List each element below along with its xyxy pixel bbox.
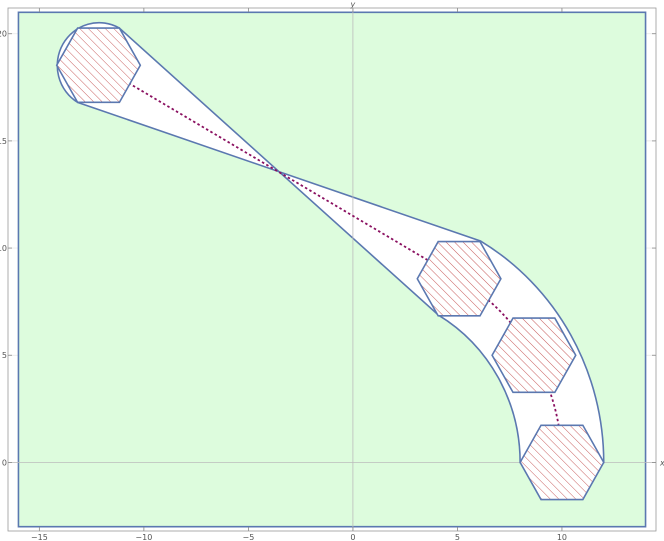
y-axis-label: y bbox=[350, 0, 356, 9]
y-tick-label: 0 bbox=[2, 458, 7, 467]
y-tick-label: 15 bbox=[0, 137, 7, 146]
x-tick-label: 0 bbox=[350, 533, 355, 541]
x-axis-label: x bbox=[659, 458, 664, 467]
x-tick-label: 10 bbox=[557, 533, 567, 541]
y-tick-label: 20 bbox=[0, 30, 7, 39]
x-tick-label: −5 bbox=[242, 533, 254, 541]
y-tick-label: 5 bbox=[2, 351, 7, 360]
x-tick-label: −15 bbox=[31, 533, 48, 541]
x-tick-label: 5 bbox=[455, 533, 460, 541]
x-tick-label: −10 bbox=[135, 533, 152, 541]
chart: −15 −10 −5 0 5 10 0 5 10 15 20 x y bbox=[0, 0, 664, 541]
y-tick-label: 10 bbox=[0, 244, 7, 253]
